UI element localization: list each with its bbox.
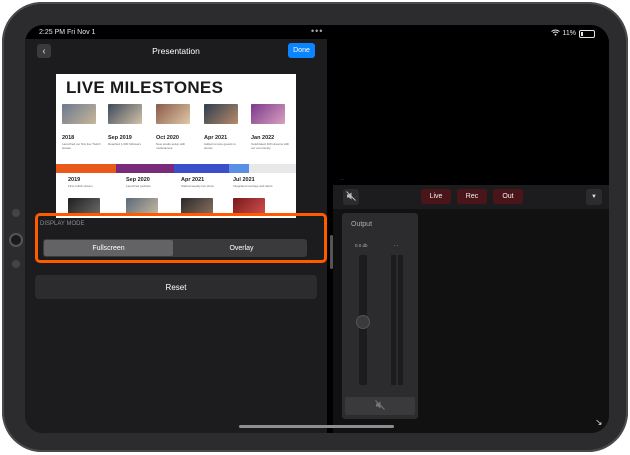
chevron-down-icon: ▼ <box>591 194 597 200</box>
level-meter-left <box>391 255 396 385</box>
small-dots: ·· <box>340 177 344 183</box>
dropdown-button[interactable]: ▼ <box>586 189 602 205</box>
camera-dot <box>12 209 20 217</box>
milestone-desc: First collab stream <box>68 184 93 188</box>
nav-bar: ‹ Presentation Done <box>25 39 327 65</box>
fader-knob[interactable] <box>356 315 370 329</box>
milestone-label: Apr 2021 <box>181 177 205 183</box>
status-time: 2:25 PM Fri Nov 1 <box>39 29 96 36</box>
timeline-segment <box>249 164 296 173</box>
output-mute-button[interactable] <box>345 397 415 415</box>
live-button[interactable]: Live <box>421 189 451 204</box>
milestone-label: 2019 <box>68 177 81 183</box>
slide-preview[interactable]: LIVE MILESTONES 2018 Launched our first … <box>56 74 296 220</box>
milestone-desc: Launched podcast <box>126 184 151 188</box>
milestone-label: Sep 2019 <box>108 135 132 141</box>
channel-marks: - - <box>394 243 399 248</box>
camera-lens <box>11 235 21 245</box>
slide-title: LIVE MILESTONES <box>66 78 224 97</box>
speaker-slash-icon <box>346 191 356 203</box>
milestone-thumb <box>62 104 96 124</box>
speaker-slash-icon <box>375 400 385 412</box>
battery-icon <box>579 29 595 38</box>
milestone-label: 2018 <box>62 135 75 141</box>
status-bar: 2:25 PM Fri Nov 1 ••• 11% <box>25 25 609 39</box>
tablet-frame: 2:25 PM Fri Nov 1 ••• 11% ‹ Presentation… <box>2 2 628 452</box>
timeline-segment <box>116 164 174 173</box>
timeline-segment <box>174 164 229 173</box>
corner-icon: ↘ <box>595 417 603 427</box>
wifi-icon <box>550 29 560 38</box>
milestone-thumb <box>251 104 285 124</box>
home-indicator[interactable] <box>239 425 394 428</box>
mute-button[interactable] <box>343 189 359 205</box>
milestone-label: Jul 2021 <box>233 177 255 183</box>
milestone-desc: Celebrated 100 streams with our communit… <box>251 142 290 150</box>
multitask-dots[interactable]: ••• <box>311 26 323 36</box>
milestone-desc: Integrated overlays and alerts <box>233 184 273 188</box>
milestone-desc: Launched our first live Twitch stream <box>62 142 101 150</box>
reset-button[interactable]: Reset <box>35 275 317 299</box>
done-button[interactable]: Done <box>288 43 315 58</box>
status-right: 11% <box>550 29 595 38</box>
output-title: Output <box>351 221 373 228</box>
milestone-desc: Reached 1,000 followers <box>108 142 142 146</box>
timeline-segment <box>229 164 249 173</box>
milestone-label: Apr 2021 <box>204 135 228 141</box>
milestone-thumb <box>204 104 238 124</box>
milestone-thumb <box>108 104 142 124</box>
highlight-box <box>35 213 327 263</box>
milestone-desc: Started weekly live show <box>181 184 214 188</box>
milestone-label: Sep 2020 <box>126 177 150 183</box>
level-meter-right <box>398 255 403 385</box>
milestone-desc: New studio setup with multicamera <box>156 142 186 150</box>
timeline-segment <box>56 164 116 173</box>
output-panel <box>342 213 418 419</box>
battery-percent: 11% <box>562 30 577 37</box>
video-preview <box>353 39 609 185</box>
page-title: Presentation <box>152 46 200 56</box>
out-button[interactable]: Out <box>493 189 523 204</box>
milestone-desc: Added remote guests to shows <box>204 142 236 150</box>
control-bar: Live Rec Out ▼ <box>333 185 609 209</box>
rec-button[interactable]: Rec <box>457 189 487 204</box>
sensor-dot <box>12 260 20 268</box>
db-readout: 0.0 db <box>355 243 368 248</box>
milestone-label: Jan 2022 <box>251 135 275 141</box>
screen: 2:25 PM Fri Nov 1 ••• 11% ‹ Presentation… <box>25 25 609 433</box>
milestone-thumb <box>156 104 190 124</box>
milestone-label: Oct 2020 <box>156 135 179 141</box>
